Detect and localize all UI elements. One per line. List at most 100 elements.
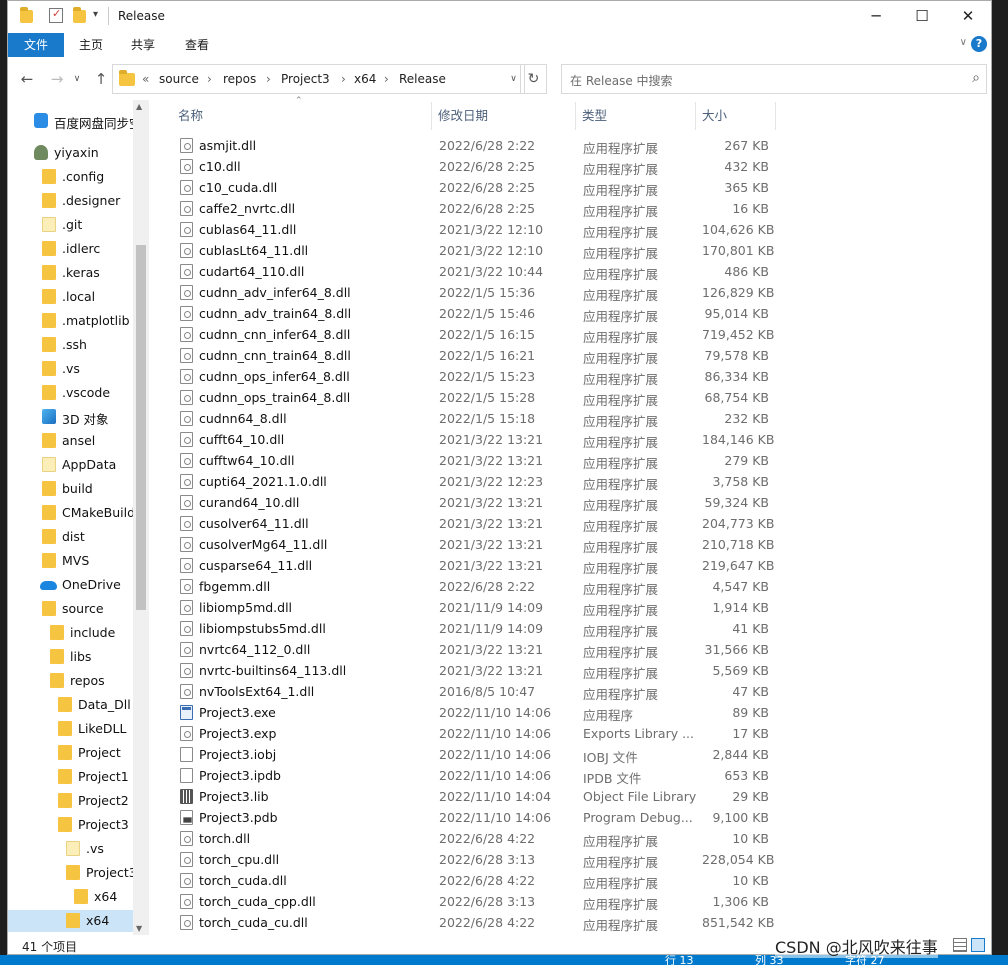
sidebar-item-project1[interactable]: Project1	[8, 766, 133, 788]
sidebar-item-x64-selected[interactable]: x64	[8, 910, 133, 932]
sidebar-item-source[interactable]: source	[8, 598, 133, 620]
details-view-icon[interactable]	[953, 938, 967, 952]
scrollbar-thumb[interactable]	[136, 245, 146, 610]
back-button[interactable]: ←	[16, 68, 38, 90]
file-row[interactable]: cublasLt64_11.dll 2021/3/22 12:10 应用程序扩展 17…	[172, 240, 777, 261]
sidebar-item-mvs[interactable]: MVS	[8, 550, 133, 572]
file-row[interactable]: caffe2_nvrtc.dll 2022/6/28 2:25 应用程序扩展 16 K…	[172, 198, 777, 219]
sidebar-item-vscode[interactable]: .vscode	[8, 382, 133, 404]
sidebar-item-project3[interactable]: Project3	[8, 814, 133, 836]
scroll-down-icon[interactable]: ▼	[136, 924, 142, 933]
sidebar-item-local[interactable]: .local	[8, 286, 133, 308]
sidebar-item-include[interactable]: include	[8, 622, 133, 644]
file-row[interactable]: Project3.pdb 2022/11/10 14:06 Program Debu…	[172, 807, 777, 828]
search-placeholder[interactable]: 在 Release 中搜索	[570, 72, 673, 89]
sidebar-item-keras[interactable]: .keras	[8, 262, 133, 284]
ribbon-collapse-icon[interactable]: ∨	[960, 37, 967, 48]
tab-file[interactable]: 文件	[8, 33, 64, 57]
file-row[interactable]: cudnn_cnn_train64_8.dll 2022/1/5 16:21 应用程…	[172, 345, 777, 366]
sidebar-item-build[interactable]: build	[8, 478, 133, 500]
search-box[interactable]: 在 Release 中搜索 ⌕	[561, 64, 987, 94]
properties-icon[interactable]: ✓	[49, 7, 63, 23]
file-row[interactable]: Project3.ipdb 2022/11/10 14:06 IPDB 文件 653 …	[172, 765, 777, 786]
tab-home[interactable]: 主页	[66, 33, 116, 57]
file-row[interactable]: libiompstubs5md.dll 2021/11/9 14:09 应用程序扩展…	[172, 618, 777, 639]
scroll-up-icon[interactable]: ▲	[136, 102, 142, 111]
customize-quick-access-icon[interactable]: ▾	[93, 9, 109, 25]
file-row[interactable]: cudnn_adv_infer64_8.dll 2022/1/5 15:36 应用程…	[172, 282, 777, 303]
file-row[interactable]: c10_cuda.dll 2022/6/28 2:25 应用程序扩展 365 KB	[172, 177, 777, 198]
file-row[interactable]: Project3.iobj 2022/11/10 14:06 IOBJ 文件 2,84…	[172, 744, 777, 765]
sidebar-item-baidu-sync[interactable]: 百度网盘同步空	[8, 110, 142, 132]
file-row[interactable]: torch_cuda_cpp.dll 2022/6/28 3:13 应用程序扩展 1,…	[172, 891, 777, 912]
file-row[interactable]: cudnn_ops_train64_8.dll 2022/1/5 15:28 应用程…	[172, 387, 777, 408]
address-bar[interactable]: « source › repos › Project3 › x64 › Rele…	[112, 64, 525, 94]
file-row[interactable]: cudnn_cnn_infer64_8.dll 2022/1/5 16:15 应用程…	[172, 324, 777, 345]
breadcrumb-separator[interactable]: ›	[341, 72, 346, 86]
sidebar-item-onedrive[interactable]: OneDrive	[8, 574, 133, 596]
file-row[interactable]: cusparse64_11.dll 2021/3/22 13:21 应用程序扩展 21…	[172, 555, 777, 576]
help-icon[interactable]: ?	[971, 36, 987, 52]
sidebar-item-x64-sub[interactable]: x64	[8, 886, 133, 908]
sidebar-item-idlerc[interactable]: .idlerc	[8, 238, 133, 260]
breadcrumb-project3[interactable]: Project3	[281, 72, 330, 86]
file-row[interactable]: nvrtc64_112_0.dll 2021/3/22 13:21 应用程序扩展 31…	[172, 639, 777, 660]
file-row[interactable]: c10.dll 2022/6/28 2:25 应用程序扩展 432 KB	[172, 156, 777, 177]
file-row[interactable]: cufft64_10.dll 2021/3/22 13:21 应用程序扩展 184,1…	[172, 429, 777, 450]
file-row[interactable]: Project3.exe 2022/11/10 14:06 应用程序 89 KB	[172, 702, 777, 723]
file-row[interactable]: cudart64_110.dll 2021/3/22 10:44 应用程序扩展 486…	[172, 261, 777, 282]
file-row[interactable]: Project3.exp 2022/11/10 14:06 Exports Libr…	[172, 723, 777, 744]
file-row[interactable]: fbgemm.dll 2022/6/28 2:22 应用程序扩展 4,547 KB	[172, 576, 777, 597]
sidebar-item-dist[interactable]: dist	[8, 526, 133, 548]
sidebar-item-project3-vs[interactable]: .vs	[8, 838, 133, 860]
file-list-scrollbar[interactable]	[976, 100, 991, 935]
close-button[interactable]: ✕	[945, 1, 991, 32]
breadcrumb-separator[interactable]: ›	[207, 72, 212, 86]
file-row[interactable]: Project3.lib 2022/11/10 14:04 Object File …	[172, 786, 777, 807]
sidebar-item-ansel[interactable]: ansel	[8, 430, 133, 452]
sidebar-item-repos[interactable]: repos	[8, 670, 133, 692]
file-row[interactable]: cufftw64_10.dll 2021/3/22 13:21 应用程序扩展 279 …	[172, 450, 777, 471]
file-row[interactable]: cudnn_ops_infer64_8.dll 2022/1/5 15:23 应用程…	[172, 366, 777, 387]
file-row[interactable]: cublas64_11.dll 2021/3/22 12:10 应用程序扩展 104,…	[172, 219, 777, 240]
tab-share[interactable]: 共享	[118, 33, 168, 57]
navigation-pane-scrollbar[interactable]: ▲ ▼	[133, 100, 149, 935]
file-row[interactable]: cupti64_2021.1.0.dll 2021/3/22 12:23 应用程序扩…	[172, 471, 777, 492]
sidebar-item-libs[interactable]: libs	[8, 646, 133, 668]
sidebar-item-config[interactable]: .config	[8, 166, 133, 188]
recent-locations-button[interactable]: ∨	[66, 68, 88, 90]
search-icon[interactable]: ⌕	[972, 70, 980, 86]
large-icons-view-icon[interactable]	[971, 938, 985, 952]
breadcrumb-separator[interactable]: ›	[266, 72, 271, 86]
up-button[interactable]: ↑	[90, 68, 112, 90]
file-row[interactable]: cusolver64_11.dll 2021/3/22 13:21 应用程序扩展 20…	[172, 513, 777, 534]
column-header-name[interactable]: 名称	[172, 102, 432, 130]
sidebar-item-appdata[interactable]: AppData	[8, 454, 133, 476]
sidebar-item-likedll[interactable]: LikeDLL	[8, 718, 133, 740]
column-header-size[interactable]: 大小	[696, 102, 776, 130]
maximize-button[interactable]: ☐	[899, 1, 945, 32]
sidebar-item-cmakebuild[interactable]: CMakeBuild	[8, 502, 135, 524]
column-header-type[interactable]: 类型	[576, 102, 696, 130]
breadcrumb-release[interactable]: Release	[399, 72, 446, 86]
breadcrumb-separator[interactable]: ›	[384, 72, 389, 86]
sidebar-item-project[interactable]: Project	[8, 742, 133, 764]
file-row[interactable]: nvrtc-builtins64_113.dll 2021/3/22 13:21 应…	[172, 660, 777, 681]
file-row[interactable]: torch_cuda.dll 2022/6/28 4:22 应用程序扩展 10 KB	[172, 870, 777, 891]
breadcrumb-source[interactable]: source	[159, 72, 199, 86]
sidebar-item-data-dll[interactable]: Data_Dll	[8, 694, 133, 716]
sidebar-item-vs[interactable]: .vs	[8, 358, 133, 380]
file-row[interactable]: nvToolsExt64_1.dll 2016/8/5 10:47 应用程序扩展 47…	[172, 681, 777, 702]
refresh-button[interactable]: ↻	[520, 64, 547, 94]
file-row[interactable]: libiomp5md.dll 2021/11/9 14:09 应用程序扩展 1,914…	[172, 597, 777, 618]
sidebar-item-3d-objects[interactable]: 3D 对象	[8, 406, 133, 428]
sidebar-item-git[interactable]: .git	[8, 214, 133, 236]
sidebar-item-matplotlib[interactable]: .matplotlib	[8, 310, 133, 332]
file-row[interactable]: cusolverMg64_11.dll 2021/3/22 13:21 应用程序扩展…	[172, 534, 777, 555]
breadcrumb-x64[interactable]: x64	[354, 72, 376, 86]
new-folder-icon[interactable]	[73, 7, 86, 23]
tab-view[interactable]: 查看	[172, 33, 222, 57]
file-row[interactable]: torch_cuda_cu.dll 2022/6/28 4:22 应用程序扩展 851…	[172, 912, 777, 933]
minimize-button[interactable]: ─	[853, 1, 899, 32]
file-row[interactable]: torch_cpu.dll 2022/6/28 3:13 应用程序扩展 228,054…	[172, 849, 777, 870]
